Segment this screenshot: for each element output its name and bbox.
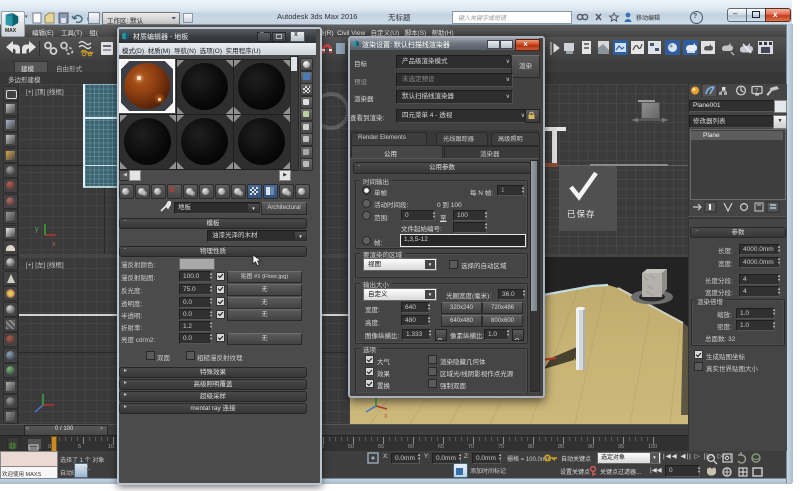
svg-text:x: x <box>52 241 56 248</box>
svg-text:y: y <box>35 226 39 233</box>
svg-text:x: x <box>384 413 388 418</box>
